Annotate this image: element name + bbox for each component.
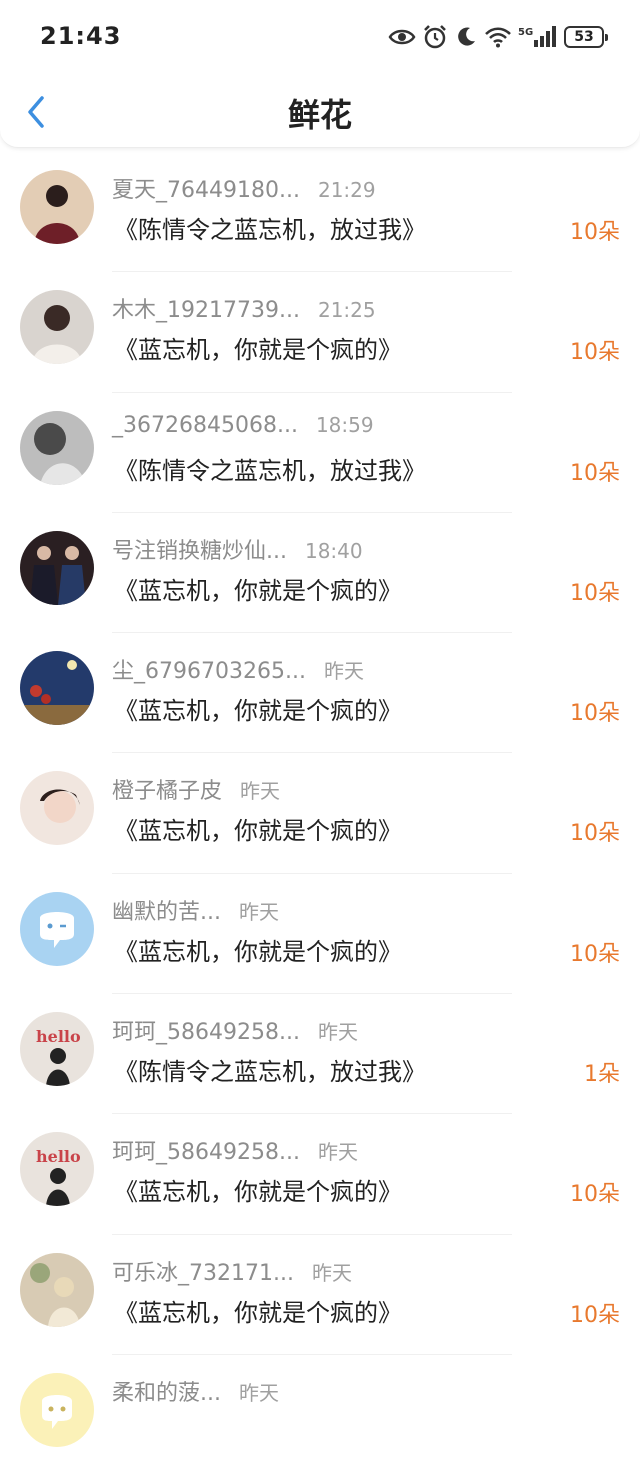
flower-count: 10朵	[570, 340, 620, 366]
avatar[interactable]	[20, 891, 94, 966]
sender-name: 珂珂_58649258...	[112, 1020, 300, 1046]
flower-count: 10朵	[570, 1182, 620, 1208]
sender-name: 幽默的苦...	[112, 899, 221, 925]
timestamp: 18:59	[315, 412, 374, 437]
flower-count: 10朵	[570, 580, 620, 606]
flower-count: 10朵	[570, 220, 620, 245]
status-bar: 21:43 5G 53	[0, 0, 640, 74]
sender-name: 可乐冰_732171...	[112, 1260, 294, 1286]
sender-name: 橙子橘子皮	[112, 779, 223, 805]
flower-count: 10朵	[570, 941, 620, 967]
flower-count: 10朵	[570, 821, 620, 847]
gift-title: 《蓝忘机，你就是个疯的》	[114, 697, 402, 726]
flower-count: 10朵	[570, 460, 620, 486]
list-item[interactable]: hello 珂珂_58649258... 昨天 《蓝忘机，你就是个疯的》 10朵	[0, 1114, 640, 1235]
flower-count: 10朵	[570, 701, 620, 727]
status-time: 21:43	[40, 22, 122, 50]
timestamp: 21:29	[317, 178, 376, 202]
signal-5g-icon: 5G	[518, 26, 556, 47]
sender-info: 橙子橘子皮 昨天	[112, 773, 280, 805]
alarm-icon	[424, 25, 446, 49]
timestamp: 昨天	[323, 659, 364, 684]
gift-title: 《蓝忘机，你就是个疯的》	[114, 336, 402, 365]
avatar[interactable]: hello	[20, 1132, 94, 1207]
avatar[interactable]	[20, 410, 94, 485]
sender-name: 木木_19217739...	[112, 298, 300, 324]
svg-text:hello: hello	[36, 1027, 81, 1046]
timestamp: 昨天	[238, 1380, 279, 1405]
gift-title: 《蓝忘机，你就是个疯的》	[114, 817, 402, 846]
list-item[interactable]: _36726845068... 18:59 《陈情令之蓝忘机，放过我》 10朵	[0, 393, 640, 513]
svg-text:5G: 5G	[518, 27, 533, 38]
sender-info: 幽默的苦... 昨天	[112, 894, 279, 926]
sender-name: 珂珂_58649258...	[112, 1140, 300, 1166]
battery-indicator: 53	[564, 26, 608, 48]
sender-name: 尘_6796703265...	[112, 659, 306, 685]
flower-count: 1朵	[584, 1062, 620, 1088]
avatar[interactable]	[20, 170, 94, 244]
flower-count: 10朵	[570, 1302, 620, 1328]
avatar[interactable]	[20, 1252, 94, 1327]
page-title: 鲜花	[287, 96, 352, 134]
gift-title: 《陈情令之蓝忘机，放过我》	[114, 456, 426, 485]
avatar[interactable]	[20, 530, 94, 605]
sender-info: 尘_6796703265... 昨天	[112, 653, 364, 685]
gift-list: 夏天_76449180... 21:29 《陈情令之蓝忘机，放过我》 10朵 木木…	[0, 152, 640, 1475]
list-item[interactable]: 尘_6796703265... 昨天 《蓝忘机，你就是个疯的》 10朵	[0, 633, 640, 754]
wifi-icon	[485, 27, 511, 48]
sender-name: 夏天_76449180...	[112, 178, 300, 203]
list-item[interactable]: 夏天_76449180... 21:29 《陈情令之蓝忘机，放过我》 10朵	[0, 152, 640, 273]
sender-name: 柔和的菠...	[112, 1380, 221, 1406]
moon-icon	[458, 27, 475, 46]
avatar[interactable]	[20, 771, 94, 846]
timestamp: 昨天	[311, 1260, 352, 1285]
top-bar: 21:43 5G 53 鲜花	[0, 0, 640, 148]
eye-icon	[388, 29, 416, 45]
avatar[interactable]	[20, 1372, 94, 1447]
sender-info: 木木_19217739... 21:25	[112, 292, 376, 324]
sender-info: 号注销换糖炒仙... 18:40	[112, 533, 363, 565]
gift-title: 《陈情令之蓝忘机，放过我》	[114, 1058, 426, 1087]
list-item[interactable]: 橙子橘子皮 昨天 《蓝忘机，你就是个疯的》 10朵	[0, 753, 640, 874]
gift-title: 《蓝忘机，你就是个疯的》	[114, 576, 402, 605]
timestamp: 昨天	[238, 899, 279, 924]
sender-info: 珂珂_58649258... 昨天	[112, 1134, 358, 1166]
list-item[interactable]: 号注销换糖炒仙... 18:40 《蓝忘机，你就是个疯的》 10朵	[0, 513, 640, 634]
gift-title: 《蓝忘机，你就是个疯的》	[114, 1178, 402, 1207]
sender-info: 柔和的菠... 昨天	[112, 1375, 279, 1407]
sender-info: 珂珂_58649258... 昨天	[112, 1014, 358, 1046]
timestamp: 昨天	[240, 779, 281, 804]
svg-text:hello: hello	[36, 1147, 81, 1166]
gift-title: 《陈情令之蓝忘机，放过我》	[114, 216, 426, 244]
gift-title: 《蓝忘机，你就是个疯的》	[114, 1298, 402, 1327]
avatar[interactable]	[20, 651, 94, 726]
avatar[interactable]	[20, 290, 94, 365]
list-item[interactable]: 幽默的苦... 昨天 《蓝忘机，你就是个疯的》 10朵	[0, 874, 640, 995]
list-item[interactable]: 木木_19217739... 21:25 《蓝忘机，你就是个疯的》 10朵	[0, 272, 640, 393]
timestamp: 昨天	[317, 1140, 358, 1165]
sender-info: _36726845068... 18:59	[112, 413, 374, 438]
gift-title: 《蓝忘机，你就是个疯的》	[114, 937, 402, 966]
list-item[interactable]: 柔和的菠... 昨天	[0, 1355, 640, 1475]
sender-name: _36726845068...	[112, 412, 298, 438]
timestamp: 21:25	[317, 298, 376, 323]
status-icons: 5G 53	[388, 22, 608, 52]
sender-info: 夏天_76449180... 21:29	[112, 172, 376, 204]
sender-info: 可乐冰_732171... 昨天	[112, 1255, 352, 1287]
timestamp: 昨天	[317, 1020, 358, 1045]
list-item[interactable]: 可乐冰_732171... 昨天 《蓝忘机，你就是个疯的》 10朵	[0, 1235, 640, 1355]
list-item[interactable]: hello 珂珂_58649258... 昨天 《陈情令之蓝忘机，放过我》 1朵	[0, 994, 640, 1115]
sender-name: 号注销换糖炒仙...	[112, 538, 287, 564]
avatar[interactable]: hello	[20, 1012, 94, 1087]
timestamp: 18:40	[304, 538, 363, 563]
